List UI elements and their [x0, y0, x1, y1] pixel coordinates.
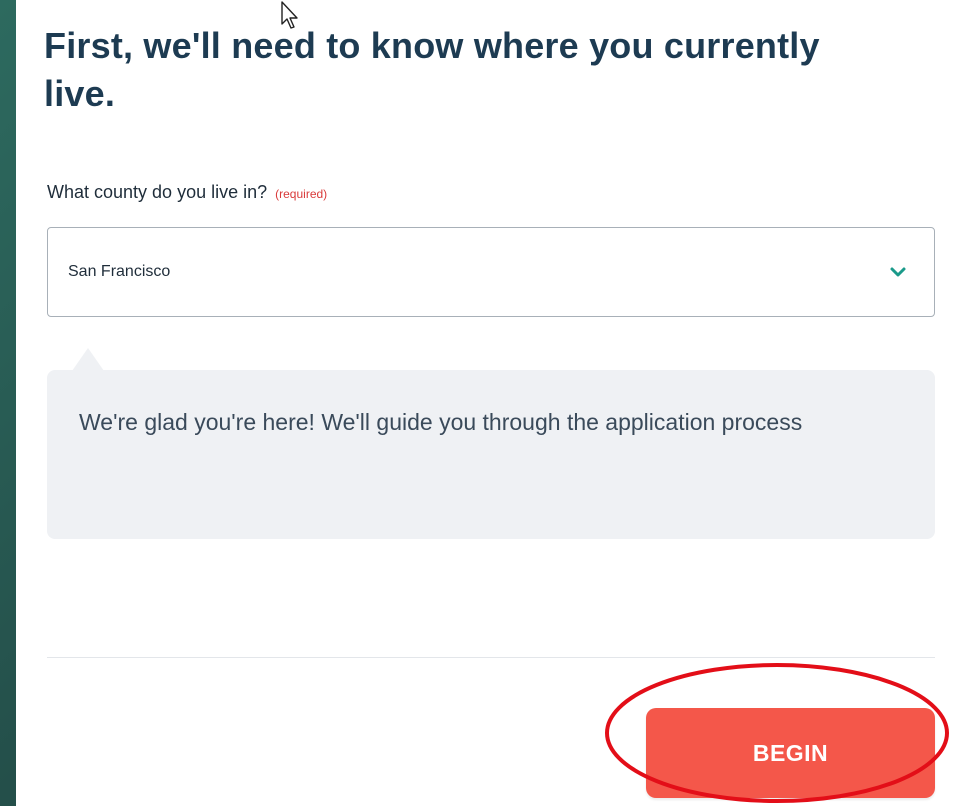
page-title: First, we'll need to know where you curr…	[44, 25, 820, 114]
required-indicator: (required)	[275, 187, 328, 201]
callout-pointer	[72, 348, 104, 371]
chevron-down-icon	[890, 267, 906, 277]
begin-button[interactable]: BEGIN	[646, 708, 935, 798]
county-label-text: What county do you live in?	[47, 182, 268, 202]
footer-divider	[47, 657, 935, 658]
form-card: First, we'll need to know where you curr…	[16, 0, 955, 806]
callout-message: We're glad you're here! We'll guide you …	[79, 409, 803, 435]
county-select-value: San Francisco	[68, 263, 171, 280]
help-callout: We're glad you're here! We'll guide you …	[47, 370, 935, 539]
county-select[interactable]: San Francisco	[47, 227, 935, 317]
county-field-label: What county do you live in? (required)	[47, 182, 327, 203]
